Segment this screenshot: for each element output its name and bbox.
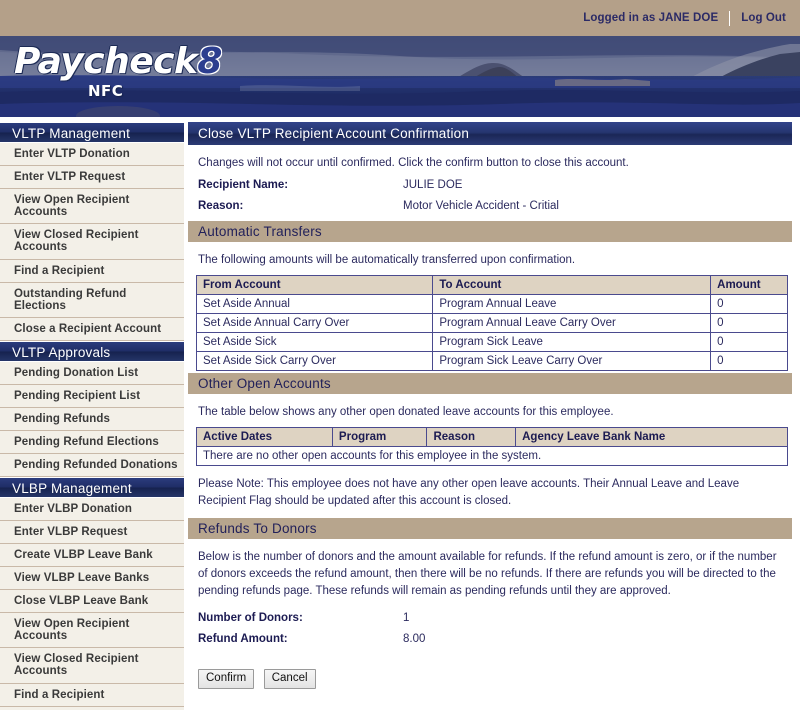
reason-label: Reason: [198,200,244,212]
cell-to-account: Program Annual Leave [432,294,712,314]
recipient-name-label: Recipient Name: [198,179,289,191]
sidebar-item-view-vlbp-leave-banks[interactable]: View VLBP Leave Banks [0,567,184,590]
sidebar-item-pending-refunds[interactable]: Pending Refunds [0,408,184,431]
top-utility-bar: Logged in as JANE DOE Log Out [0,0,800,36]
cancel-button[interactable]: Cancel [263,669,316,689]
sidebar-item-view-open-recipient-accounts-vlbp[interactable]: View Open Recipient Accounts [0,613,184,648]
sidebar-group-header-vltp-management: VLTP Management [0,122,184,143]
column-header-to-account: To Account [432,275,712,295]
table-row: Set Aside Sick Carry Over Program Sick L… [195,351,788,371]
confirm-button[interactable]: Confirm [198,669,255,689]
section-header-refunds-to-donors: Refunds To Donors [188,518,792,539]
cell-from-account: Set Aside Sick Carry Over [195,351,434,371]
automatic-transfers-note: The following amounts will be automatica… [198,254,576,266]
refund-amount-row: Refund Amount: 8.00 [188,633,792,645]
please-note-text: Please Note: This employee does not have… [198,478,740,507]
sidebar-item-find-a-recipient-vltp[interactable]: Find a Recipient [0,260,184,283]
table-header-row: Active Dates Program Reason Agency Leave… [196,427,788,447]
sidebar-item-enter-vlbp-donation[interactable]: Enter VLBP Donation [0,498,184,521]
sidebar-item-find-a-recipient-vlbp[interactable]: Find a Recipient [0,684,184,707]
table-header-row: From Account To Account Amount [195,275,788,295]
column-header-active-dates: Active Dates [196,427,333,447]
automatic-transfers-table: From Account To Account Amount Set Aside… [195,275,788,371]
sidebar-item-outstanding-refund-elections[interactable]: Outstanding Refund Elections [0,283,184,318]
sidebar-group-header-vltp-approvals: VLTP Approvals [0,341,184,362]
cell-amount: 0 [710,351,788,371]
table-empty-row: There are no other open accounts for thi… [196,446,788,466]
recipient-name-row: Recipient Name: JULIE DOE [188,179,792,191]
sidebar-item-view-open-recipient-accounts[interactable]: View Open Recipient Accounts [0,189,184,224]
cell-from-account: Set Aside Annual Carry Over [195,313,434,333]
cell-to-account: Program Sick Leave Carry Over [432,351,712,371]
sidebar-item-create-vlbp-leave-bank[interactable]: Create VLBP Leave Bank [0,544,184,567]
sidebar-item-enter-vltp-donation[interactable]: Enter VLTP Donation [0,143,184,166]
column-header-program: Program [331,427,428,447]
sidebar-item-view-closed-recipient-accounts-vlbp-line1[interactable]: View Closed Recipient [0,648,184,665]
sidebar-item-enter-vlbp-request[interactable]: Enter VLBP Request [0,521,184,544]
table-row: Set Aside Sick Program Sick Leave 0 [195,332,788,352]
section-header-other-open-accounts: Other Open Accounts [188,373,792,394]
sidebar-group-header-vlbp-management: VLBP Management [0,477,184,498]
topbar-divider [729,10,731,26]
sidebar-item-view-closed-recipient-accounts-line2[interactable]: Accounts [0,241,184,260]
sidebar-item-close-vlbp-leave-bank[interactable]: Close VLBP Leave Bank [0,590,184,613]
form-actions: Confirm Cancel [188,654,792,699]
table-row: Set Aside Annual Carry Over Program Annu… [195,313,788,333]
column-header-from-account: From Account [195,275,434,295]
sidebar-navigation: VLTP Management Enter VLTP Donation Ente… [0,118,184,710]
page-title: Close VLTP Recipient Account Confirmatio… [188,122,792,145]
logged-in-user-label: Logged in as JANE DOE [583,12,719,24]
cell-to-account: Program Sick Leave [432,332,712,352]
column-header-amount: Amount [710,275,788,295]
refund-amount-value: 8.00 [403,633,426,645]
reason-value: Motor Vehicle Accident - Critial [403,200,559,212]
section-header-automatic-transfers: Automatic Transfers [188,221,792,242]
number-of-donors-row: Number of Donors: 1 [188,612,792,624]
recipient-name-value: JULIE DOE [403,179,463,191]
number-of-donors-value: 1 [403,612,410,624]
banner-seascape-image [0,36,800,117]
refund-amount-label: Refund Amount: [198,633,288,645]
sidebar-item-close-a-recipient-account-vltp[interactable]: Close a Recipient Account [0,318,184,341]
column-header-agency-leave-bank-name: Agency Leave Bank Name [515,427,788,447]
cell-amount: 0 [710,332,788,352]
number-of-donors-label: Number of Donors: [198,612,303,624]
cell-amount: 0 [710,313,788,333]
other-open-accounts-table: Active Dates Program Reason Agency Leave… [196,427,788,466]
column-header-reason: Reason [426,427,517,447]
intro-text: Changes will not occur until confirmed. … [198,157,629,169]
main-content: Close VLTP Recipient Account Confirmatio… [184,118,800,699]
cell-from-account: Set Aside Sick [195,332,434,352]
cell-amount: 0 [710,294,788,314]
refunds-description: Below is the number of donors and the am… [198,551,777,597]
sidebar-item-pending-donation-list[interactable]: Pending Donation List [0,362,184,385]
cell-from-account: Set Aside Annual [195,294,434,314]
sidebar-item-enter-vltp-request[interactable]: Enter VLTP Request [0,166,184,189]
other-open-accounts-note: The table below shows any other open don… [198,406,614,418]
cell-to-account: Program Annual Leave Carry Over [432,313,712,333]
sidebar-item-view-closed-recipient-accounts-line1[interactable]: View Closed Recipient [0,224,184,241]
sidebar-item-pending-refunded-donations[interactable]: Pending Refunded Donations [0,454,184,477]
logout-link[interactable]: Log Out [741,12,786,24]
sidebar-item-view-closed-recipient-accounts-vlbp-line2[interactable]: Accounts [0,665,184,684]
reason-row: Reason: Motor Vehicle Accident - Critial [188,200,792,212]
cell-empty-message: There are no other open accounts for thi… [196,446,788,466]
page-body: VLTP Management Enter VLTP Donation Ente… [0,118,800,710]
sidebar-item-pending-recipient-list[interactable]: Pending Recipient List [0,385,184,408]
sidebar-item-pending-refund-elections[interactable]: Pending Refund Elections [0,431,184,454]
table-row: Set Aside Annual Program Annual Leave 0 [195,294,788,314]
site-banner: Paycheck8 NFC [0,36,800,118]
